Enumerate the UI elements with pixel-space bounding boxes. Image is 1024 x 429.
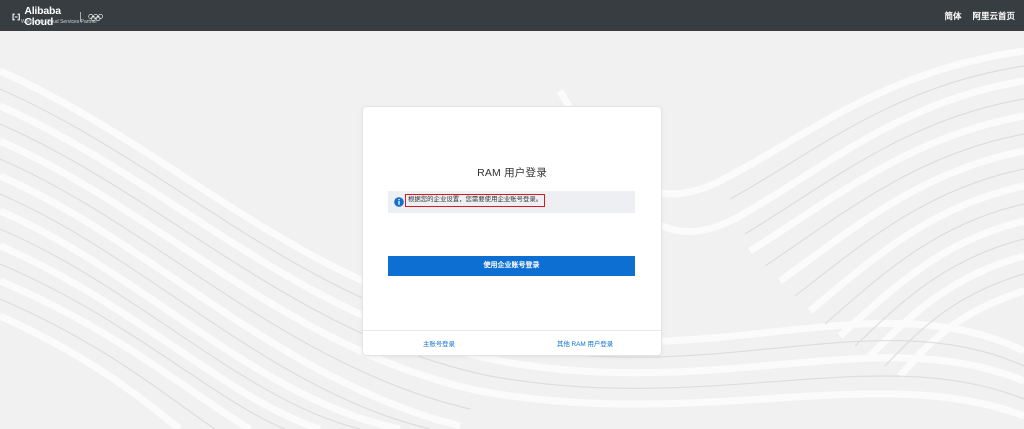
login-title: RAM 用户登录 [477, 167, 547, 179]
alibaba-cloud-logo-icon [12, 13, 20, 21]
main-account-login-link[interactable]: 主账号登录 [423, 339, 455, 348]
logo-tagline: Worldwide Cloud Services Partner [21, 19, 98, 25]
header-nav: 简体 阿里云首页 [944, 0, 1015, 31]
other-ram-user-login-link[interactable]: 其他 RAM 用户登录 [557, 339, 613, 348]
notice-banner: 根据您的企业设置，您需要使用企业账号登录。 [388, 191, 635, 213]
notice-text: 根据您的企业设置，您需要使用企业账号登录。 [405, 194, 546, 207]
language-switch-link[interactable]: 简体 [944, 10, 961, 22]
top-navigation-bar: Alibaba Cloud Worldwide Cloud Services P… [0, 0, 1024, 31]
enterprise-login-button[interactable]: 使用企业账号登录 [388, 256, 635, 276]
aliyun-home-link[interactable]: 阿里云首页 [972, 10, 1015, 22]
login-card: RAM 用户登录 根据您的企业设置，您需要使用企业账号登录。 使用企业账号登录 … [362, 106, 662, 356]
info-icon [394, 197, 404, 207]
login-card-footer: 主账号登录 其他 RAM 用户登录 [363, 330, 661, 356]
